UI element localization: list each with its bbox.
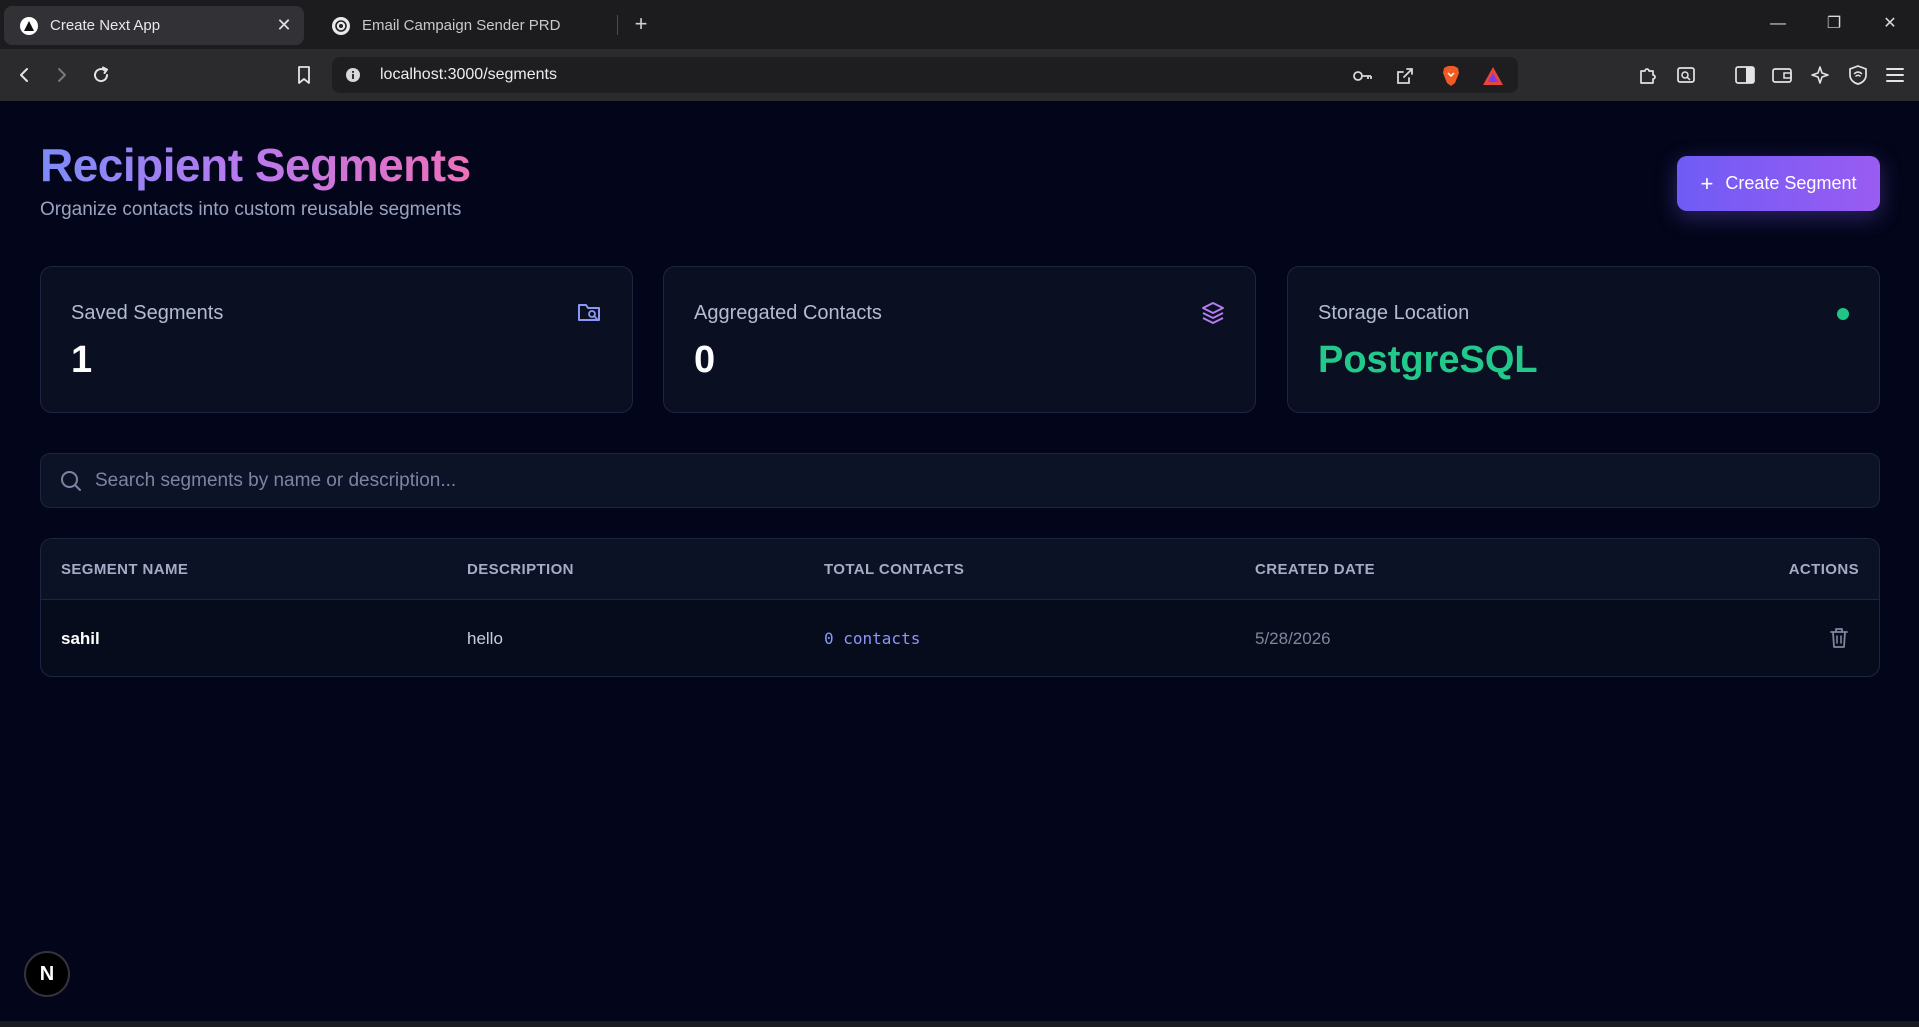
new-tab-icon[interactable]: + xyxy=(628,11,654,37)
key-icon[interactable] xyxy=(1352,65,1374,87)
browser-toolbar: localhost:3000/segments xyxy=(0,49,1919,101)
plus-icon: + xyxy=(1700,170,1714,196)
url-text: localhost:3000/segments xyxy=(380,66,557,83)
chatgpt-favicon-icon xyxy=(332,16,350,35)
description-cell: hello xyxy=(467,629,503,648)
status-dot xyxy=(1837,308,1849,320)
sidebar-icon[interactable] xyxy=(1732,62,1758,88)
layers-icon xyxy=(1199,299,1227,327)
tab-create-next-app[interactable]: Create Next App ✕ xyxy=(4,6,304,45)
stat-label: Storage Location xyxy=(1318,302,1470,324)
stat-label: Saved Segments xyxy=(71,302,224,324)
tab-email-campaign-prd[interactable]: Email Campaign Sender PRD xyxy=(316,6,616,45)
column-header-actions: ACTIONS xyxy=(1788,561,1859,578)
bookmark-icon[interactable] xyxy=(290,61,318,89)
column-header-total-contacts[interactable]: TOTAL CONTACTS xyxy=(824,561,964,578)
tab-title: Email Campaign Sender PRD xyxy=(362,17,561,34)
minimize-icon[interactable]: — xyxy=(1758,10,1798,38)
column-header-segment-name[interactable]: SEGMENT NAME xyxy=(61,561,188,578)
tab-divider xyxy=(617,15,618,35)
site-info-icon[interactable] xyxy=(344,66,362,84)
extensions-icon[interactable] xyxy=(1635,62,1661,88)
wallet-icon[interactable] xyxy=(1769,62,1795,88)
page-subtitle: Organize contacts into custom reusable s… xyxy=(40,199,462,220)
column-header-created-date[interactable]: CREATED DATE xyxy=(1255,561,1375,578)
stat-value: PostgreSQL xyxy=(1318,339,1538,381)
tab-title: Create Next App xyxy=(50,17,161,34)
table-header: SEGMENT NAME DESCRIPTION TOTAL CONTACTS … xyxy=(41,539,1879,600)
reload-icon[interactable] xyxy=(87,61,115,89)
back-icon[interactable] xyxy=(11,61,39,89)
rewards-icon[interactable] xyxy=(1482,65,1504,87)
close-window-icon[interactable]: ✕ xyxy=(1870,10,1910,38)
stat-value: 1 xyxy=(71,339,93,381)
delete-segment-icon[interactable] xyxy=(1827,626,1851,650)
segment-name-cell: sahil xyxy=(61,629,100,648)
nextjs-dev-indicator[interactable]: N xyxy=(24,951,70,997)
address-bar[interactable]: localhost:3000/segments xyxy=(332,57,1518,93)
forward-icon[interactable] xyxy=(47,61,75,89)
share-icon[interactable] xyxy=(1394,65,1416,87)
stat-card-storage-location: Storage Location PostgreSQL xyxy=(1287,266,1880,413)
reading-list-icon[interactable] xyxy=(1673,62,1699,88)
search-input[interactable] xyxy=(95,454,1865,507)
window-bottom-edge xyxy=(0,1021,1919,1027)
browser-tabbar: Create Next App ✕ Email Campaign Sender … xyxy=(0,0,1919,49)
page-title: Recipient Segments xyxy=(40,139,471,191)
search-icon xyxy=(59,469,83,493)
stat-label: Aggregated Contacts xyxy=(694,302,882,324)
search-box xyxy=(40,453,1880,508)
table-row[interactable]: sahil hello 0 contacts 5/28/2026 xyxy=(41,600,1879,676)
create-segment-label: Create Segment xyxy=(1725,173,1857,193)
created-date-cell: 5/28/2026 xyxy=(1255,629,1331,648)
folder-search-icon xyxy=(576,299,604,327)
leo-ai-icon[interactable] xyxy=(1807,62,1833,88)
restore-icon[interactable]: ❐ xyxy=(1814,10,1854,38)
column-header-description[interactable]: DESCRIPTION xyxy=(467,561,574,578)
stat-card-aggregated-contacts: Aggregated Contacts 0 xyxy=(663,266,1256,413)
nextjs-favicon-icon xyxy=(20,16,38,35)
close-tab-icon[interactable]: ✕ xyxy=(270,15,298,36)
segments-table: SEGMENT NAME DESCRIPTION TOTAL CONTACTS … xyxy=(40,538,1880,677)
create-segment-button[interactable]: + Create Segment xyxy=(1677,156,1880,211)
total-contacts-cell[interactable]: 0 contacts xyxy=(824,629,920,648)
vpn-icon[interactable] xyxy=(1845,62,1871,88)
menu-icon[interactable] xyxy=(1882,62,1908,88)
stat-value: 0 xyxy=(694,339,716,381)
brave-shield-icon[interactable] xyxy=(1440,65,1462,87)
stat-card-saved-segments: Saved Segments 1 xyxy=(40,266,633,413)
